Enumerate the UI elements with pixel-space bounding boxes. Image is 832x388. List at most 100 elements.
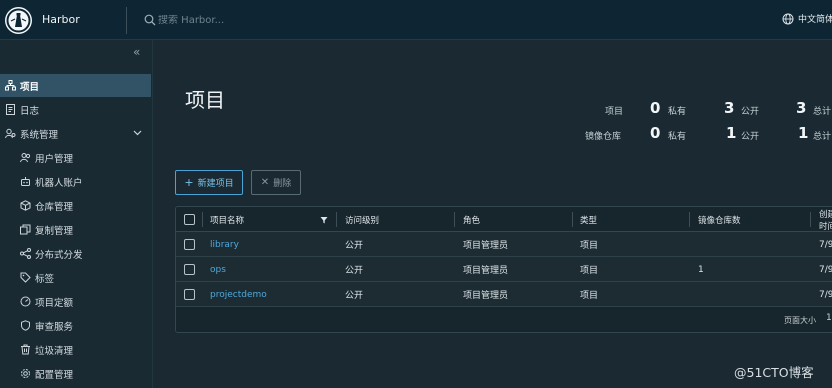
sidebar-item-gc[interactable]: 垃圾清理 [0, 338, 151, 361]
column-divider [454, 212, 455, 227]
summary-public-label: 公开 [741, 132, 760, 142]
summary-private-label: 私有 [668, 132, 687, 142]
sidebar-item-label: 标签 [35, 273, 55, 285]
harbor-logo[interactable] [5, 7, 32, 34]
sidebar-item-labels[interactable]: 标签 [0, 266, 151, 289]
sidebar-item-configuration[interactable]: 配置管理 [0, 362, 151, 385]
sidebar-item-robot-accounts[interactable]: 机器人账户 [0, 170, 151, 193]
plus-icon: + [184, 176, 194, 189]
sidebar-item-distributions[interactable]: 分布式分发 [0, 242, 151, 265]
row-checkbox[interactable] [184, 289, 195, 300]
robot-icon [20, 176, 31, 187]
created-time: 7/9 [819, 289, 832, 300]
language-label: 中文简体 [798, 15, 832, 25]
summary-private-label: 私有 [668, 107, 687, 117]
sidebar-item-label: 机器人账户 [35, 177, 83, 189]
shield-icon [20, 320, 31, 331]
column-header-type[interactable]: 类型 [580, 207, 597, 232]
search-icon [144, 14, 156, 26]
filter-icon[interactable] [320, 216, 328, 224]
sidebar-item-scanners[interactable]: 审查服务 [0, 314, 151, 337]
sidebar-item-admin[interactable]: 系统管理 [0, 122, 151, 145]
collapse-sidebar-icon[interactable]: « [133, 45, 140, 59]
watermark: @51CTO博客 [734, 365, 814, 380]
sidebar-item-quotas[interactable]: 项目定额 [0, 290, 151, 313]
sidebar-item-label: 垃圾清理 [35, 345, 74, 357]
role: 项目管理员 [463, 291, 509, 301]
replication-icon [20, 224, 31, 235]
globe-icon [782, 13, 794, 24]
table-footer: 页面大小 1 [176, 307, 832, 332]
quota-icon [20, 296, 31, 307]
sidebar-item-users[interactable]: 用户管理 [0, 146, 151, 169]
sidebar: « 项目 日志 系统管理 用户管理 机器人账户 仓库管理 复制管理 分布式分发 … [0, 40, 153, 388]
summary-repos-public-count: 1 [726, 124, 737, 142]
summary-projects-public-count: 3 [724, 99, 735, 117]
page-size-select[interactable]: 1 [826, 313, 832, 323]
column-divider [202, 212, 203, 227]
row-checkbox[interactable] [184, 264, 195, 275]
select-all-checkbox[interactable] [184, 214, 195, 225]
trash-icon [20, 344, 31, 355]
top-header: Harbor 中文简体 [0, 0, 832, 40]
created-time: 7/9 [819, 264, 832, 275]
column-header-created[interactable]: 创建时间 [819, 207, 832, 232]
projects-icon [5, 80, 16, 91]
users-icon [20, 152, 31, 163]
new-project-button[interactable]: + 新建项目 [175, 170, 243, 195]
sidebar-item-label: 配置管理 [35, 369, 74, 381]
column-header-access[interactable]: 访问级别 [345, 207, 379, 232]
delete-label: 删除 [273, 179, 292, 189]
column-divider [810, 212, 811, 227]
summary-projects-total-count: 3 [796, 99, 807, 117]
project-name-link[interactable]: ops [210, 257, 226, 282]
sidebar-item-label: 项目定额 [35, 297, 74, 309]
column-header-repo-count[interactable]: 镜像仓库数 [698, 207, 741, 232]
repo-count: 1 [698, 264, 704, 275]
access-level: 公开 [345, 241, 364, 251]
language-switcher[interactable]: 中文简体 [782, 12, 832, 25]
search-input[interactable] [158, 14, 298, 26]
sidebar-item-label: 仓库管理 [35, 201, 74, 213]
column-divider [336, 212, 337, 227]
table-row[interactable]: library 公开 项目管理员 项目 7/9 [176, 232, 832, 257]
table-row[interactable]: ops 公开 项目管理员 项目 1 7/9 [176, 257, 832, 282]
sidebar-item-label: 用户管理 [35, 153, 74, 165]
project-name-link[interactable]: projectdemo [210, 282, 267, 307]
sidebar-item-label: 项目 [20, 81, 40, 93]
summary-repos-private-count: 0 [650, 124, 661, 142]
table-header: 项目名称 访问级别 角色 类型 镜像仓库数 创建时间 [176, 207, 832, 232]
header-divider [126, 7, 127, 34]
page-title: 项目 [185, 88, 225, 112]
summary-projects-private-count: 0 [650, 99, 661, 117]
sidebar-item-projects[interactable]: 项目 [0, 74, 151, 97]
summary-repos-total-count: 1 [798, 124, 809, 142]
delete-button[interactable]: ✕ 删除 [251, 170, 301, 195]
type: 项目 [580, 291, 599, 301]
sidebar-item-label: 审查服务 [35, 321, 74, 333]
logs-icon [5, 104, 16, 115]
sidebar-item-registries[interactable]: 仓库管理 [0, 194, 151, 217]
column-header-role[interactable]: 角色 [463, 207, 480, 232]
type: 项目 [580, 266, 599, 276]
table-row[interactable]: projectdemo 公开 项目管理员 项目 7/9 [176, 282, 832, 307]
sidebar-item-label: 日志 [20, 105, 40, 117]
type: 项目 [580, 241, 599, 251]
summary-projects-label: 项目 [605, 107, 624, 117]
sidebar-item-replications[interactable]: 复制管理 [0, 218, 151, 241]
brand-name[interactable]: Harbor [42, 13, 80, 26]
sidebar-item-logs[interactable]: 日志 [0, 98, 151, 121]
row-checkbox[interactable] [184, 239, 195, 250]
search-box[interactable] [144, 12, 298, 28]
column-header-name[interactable]: 项目名称 [210, 207, 244, 232]
access-level: 公开 [345, 266, 364, 276]
access-level: 公开 [345, 291, 364, 301]
summary-repos-label: 镜像仓库 [585, 132, 622, 142]
page-size-label: 页面大小 [784, 316, 816, 325]
projects-table: 项目名称 访问级别 角色 类型 镜像仓库数 创建时间 library 公开 项目… [175, 206, 832, 333]
chevron-down-icon[interactable] [133, 128, 142, 137]
created-time: 7/9 [819, 239, 832, 250]
project-name-link[interactable]: library [210, 232, 239, 257]
sidebar-item-label: 分布式分发 [35, 249, 83, 261]
sidebar-item-label: 复制管理 [35, 225, 74, 237]
